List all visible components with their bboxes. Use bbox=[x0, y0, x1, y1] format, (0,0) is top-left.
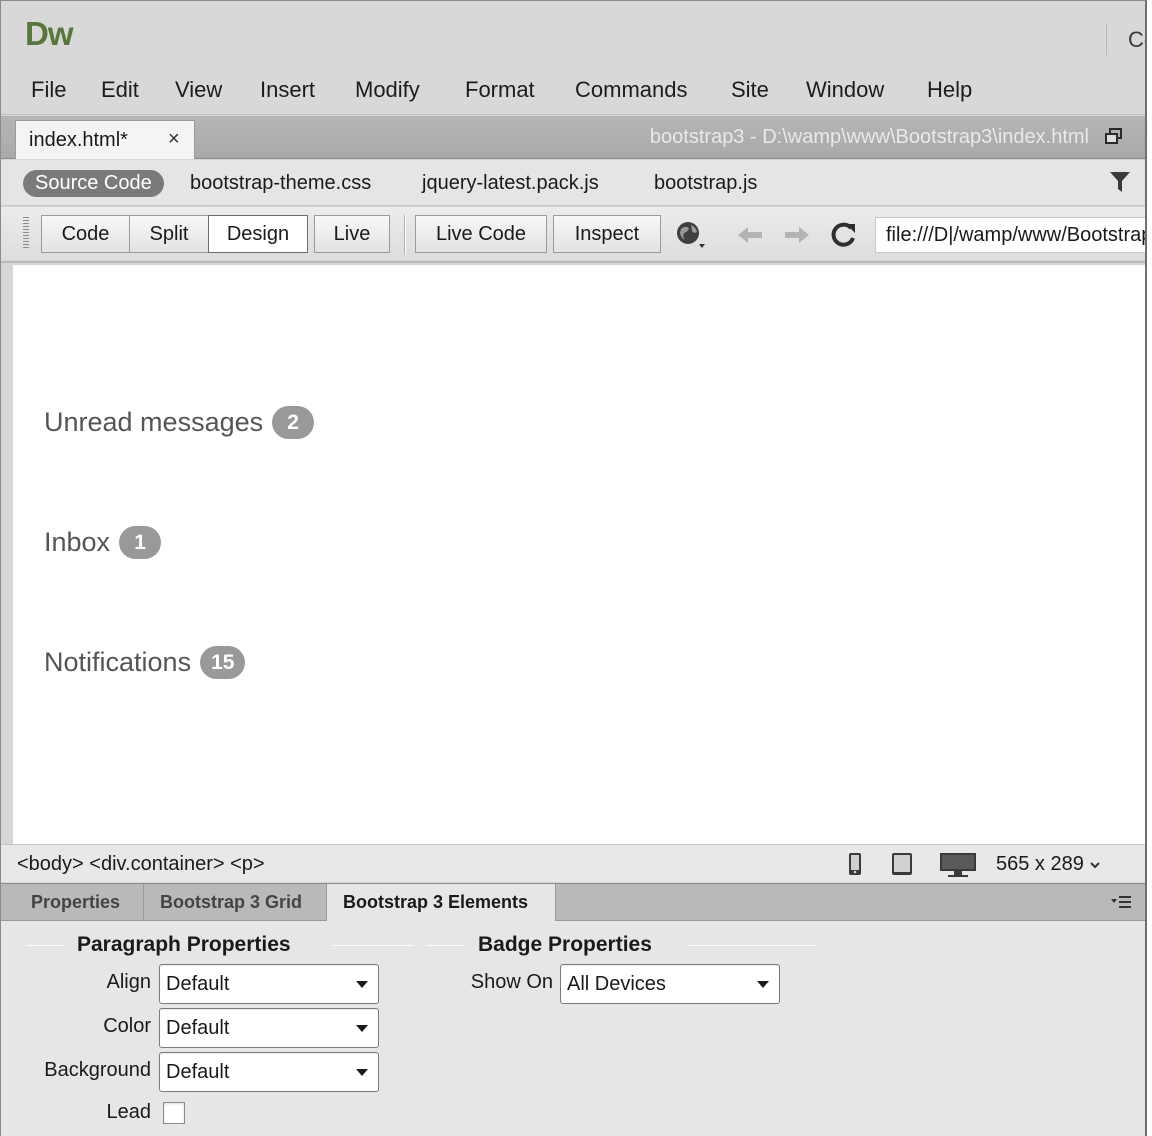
close-icon[interactable]: × bbox=[168, 128, 180, 151]
show-on-label: Show On bbox=[470, 971, 553, 993]
menu-view[interactable]: View bbox=[175, 77, 222, 103]
unread-messages-row[interactable]: Unread messages 2 bbox=[44, 406, 315, 439]
lead-checkbox[interactable] bbox=[163, 1102, 185, 1124]
lead-label: Lead bbox=[106, 1101, 152, 1123]
filter-icon[interactable] bbox=[1109, 170, 1131, 194]
refresh-icon[interactable] bbox=[827, 219, 859, 251]
title-divider bbox=[1106, 23, 1107, 55]
app-logo: Dw bbox=[25, 15, 73, 52]
menu-help[interactable]: Help bbox=[927, 77, 972, 103]
group-divider bbox=[27, 945, 65, 946]
forward-arrow-icon[interactable] bbox=[781, 219, 813, 251]
document-path: bootstrap3 - D:\wamp\www\Bootstrap3\inde… bbox=[649, 126, 1089, 148]
chevron-down-icon bbox=[1090, 862, 1101, 869]
badge-properties-title: Badge Properties bbox=[478, 933, 652, 956]
notifications-label: Notifications bbox=[44, 647, 192, 677]
design-canvas[interactable]: Unread messages 2 Inbox 1 Notifications … bbox=[13, 265, 1145, 844]
code-view-button[interactable]: Code bbox=[41, 215, 130, 253]
align-select[interactable]: Default bbox=[159, 964, 379, 1004]
toolbar-divider bbox=[404, 215, 406, 255]
inbox-row[interactable]: Inbox 1 bbox=[44, 526, 162, 559]
dreamweaver-window: Dw Co File Edit View Insert Modify Forma… bbox=[0, 0, 1147, 1136]
tag-selector[interactable]: <body> <div.container> <p> bbox=[17, 853, 265, 876]
unread-messages-label: Unread messages bbox=[44, 407, 264, 437]
status-bar: <body> <div.container> <p> 565 x 289 bbox=[1, 844, 1145, 882]
paragraph-properties-title: Paragraph Properties bbox=[77, 933, 291, 956]
menu-file[interactable]: File bbox=[31, 77, 66, 103]
menu-edit[interactable]: Edit bbox=[101, 77, 139, 103]
related-file-bootstrap-theme[interactable]: bootstrap-theme.css bbox=[190, 172, 371, 195]
address-field[interactable]: file:///D|/wamp/www/Bootstrap3/index.htm… bbox=[875, 217, 1145, 253]
menu-site[interactable]: Site bbox=[731, 77, 769, 103]
color-label: Color bbox=[103, 1015, 151, 1037]
dropdown-arrow-icon bbox=[356, 1025, 368, 1032]
menu-bar: File Edit View Insert Modify Format Comm… bbox=[1, 67, 1145, 115]
color-select-value: Default bbox=[166, 1017, 230, 1039]
notifications-row[interactable]: Notifications 15 bbox=[44, 646, 246, 679]
document-tab-label: index.html* bbox=[29, 129, 128, 151]
live-code-button[interactable]: Live Code bbox=[415, 215, 547, 253]
document-tab[interactable]: index.html* × bbox=[15, 120, 195, 159]
tab-bootstrap-3-grid[interactable]: Bootstrap 3 Grid bbox=[144, 884, 327, 921]
group-divider bbox=[427, 945, 465, 946]
menu-format[interactable]: Format bbox=[465, 77, 535, 103]
dropdown-arrow-icon bbox=[757, 981, 769, 988]
align-label: Align bbox=[106, 971, 151, 993]
dropdown-arrow-icon bbox=[356, 981, 368, 988]
tablet-size-icon[interactable] bbox=[891, 852, 913, 876]
back-arrow-icon[interactable] bbox=[734, 219, 766, 251]
inbox-badge: 1 bbox=[119, 526, 162, 559]
align-select-value: Default bbox=[166, 973, 230, 995]
restore-window-icon[interactable] bbox=[1105, 128, 1123, 146]
tab-bootstrap-3-elements[interactable]: Bootstrap 3 Elements bbox=[327, 884, 556, 922]
document-tab-bar: index.html* × bootstrap3 - D:\wamp\www\B… bbox=[1, 116, 1145, 159]
background-select[interactable]: Default bbox=[159, 1052, 379, 1092]
split-view-button[interactable]: Split bbox=[129, 215, 209, 253]
notifications-badge: 15 bbox=[200, 646, 246, 679]
show-on-select-value: All Devices bbox=[567, 973, 666, 995]
window-size-value: 565 x 289 bbox=[996, 853, 1084, 875]
panel-options-menu-icon[interactable] bbox=[1111, 894, 1131, 910]
inbox-label: Inbox bbox=[44, 527, 111, 557]
inspect-button[interactable]: Inspect bbox=[553, 215, 661, 253]
title-bar: Dw Co bbox=[1, 1, 1145, 67]
group-divider bbox=[333, 945, 413, 946]
menu-commands[interactable]: Commands bbox=[575, 77, 687, 103]
browser-preview-icon[interactable] bbox=[675, 219, 707, 251]
design-view-button[interactable]: Design bbox=[208, 215, 308, 253]
properties-panel-tabs: Properties Bootstrap 3 Grid Bootstrap 3 … bbox=[1, 883, 1145, 922]
document-toolbar: Code Split Design Live Live Code Inspect… bbox=[1, 207, 1145, 263]
source-code-button[interactable]: Source Code bbox=[23, 170, 164, 197]
mobile-size-icon[interactable] bbox=[847, 852, 863, 876]
window-size-menu[interactable]: 565 x 289 bbox=[996, 853, 1101, 876]
related-file-bootstrap-js[interactable]: bootstrap.js bbox=[654, 172, 757, 195]
desktop-size-icon[interactable] bbox=[938, 852, 978, 878]
unread-messages-badge: 2 bbox=[272, 406, 315, 439]
color-select[interactable]: Default bbox=[159, 1008, 379, 1048]
menu-window[interactable]: Window bbox=[806, 77, 884, 103]
tab-properties[interactable]: Properties bbox=[15, 884, 144, 921]
show-on-select[interactable]: All Devices bbox=[560, 964, 780, 1004]
workspace-switcher[interactable]: Co bbox=[1128, 27, 1145, 53]
properties-panel: Paragraph Properties Align Default Color… bbox=[1, 921, 1145, 1136]
background-select-value: Default bbox=[166, 1061, 230, 1083]
menu-insert[interactable]: Insert bbox=[260, 77, 315, 103]
related-file-jquery[interactable]: jquery-latest.pack.js bbox=[422, 172, 599, 195]
group-divider bbox=[687, 945, 815, 946]
live-view-button[interactable]: Live bbox=[314, 215, 390, 253]
background-label: Background bbox=[44, 1059, 151, 1081]
menu-modify[interactable]: Modify bbox=[355, 77, 420, 103]
dropdown-arrow-icon bbox=[356, 1069, 368, 1076]
toolbar-grip[interactable] bbox=[23, 217, 29, 249]
related-files-bar: Source Code bootstrap-theme.css jquery-l… bbox=[1, 160, 1145, 206]
